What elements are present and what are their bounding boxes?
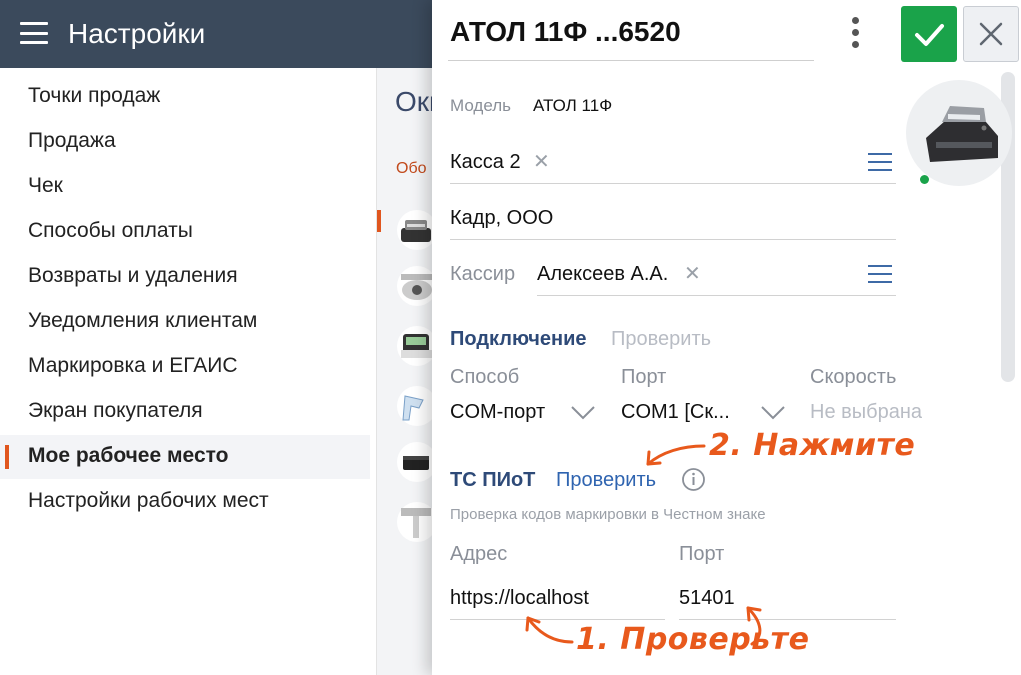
arrow-to-check (646, 444, 706, 466)
annotation-arrows (525, 444, 762, 646)
